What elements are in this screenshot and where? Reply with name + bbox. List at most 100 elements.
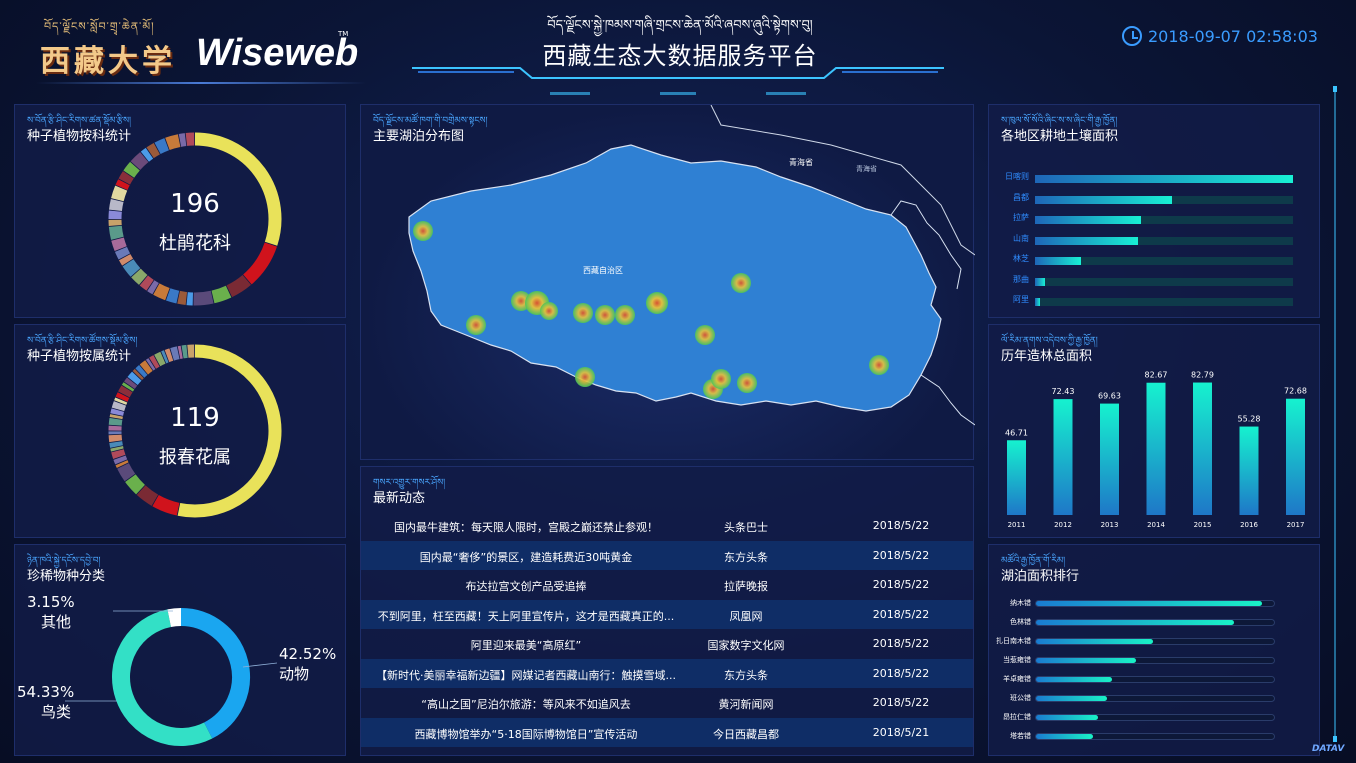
bar-track <box>1035 298 1293 306</box>
news-source: 国家数字文化网 <box>707 639 785 652</box>
news-date: 2018/5/22 <box>872 666 930 680</box>
farmland-bar-row: 那曲 <box>999 274 1299 288</box>
news-row[interactable]: 国内最“奢侈”的景区，建造耗费近30吨黄金 东方头条 2018/5/22 <box>361 540 973 570</box>
lake-track <box>1035 600 1275 607</box>
donut-segment <box>123 161 140 178</box>
bar-label: 拉萨 <box>1013 213 1029 222</box>
donut-center-value: 119 <box>170 403 220 433</box>
donut-segment <box>161 350 169 364</box>
clock-icon <box>1122 26 1142 46</box>
forest-bar-value: 82.67 <box>1145 371 1168 380</box>
bar-fill <box>1035 257 1082 265</box>
lake-point <box>615 305 635 325</box>
lake-label: 班公错 <box>1010 694 1031 702</box>
donut-segment <box>177 290 188 305</box>
donut-segment <box>132 368 144 381</box>
news-date: 2018/5/22 <box>872 607 930 621</box>
title-frame-decoration <box>412 67 944 95</box>
forest-bar-value: 82.79 <box>1191 371 1214 380</box>
donut-segment <box>115 179 130 191</box>
logo-en-text: Wiseweb <box>196 32 359 74</box>
bar-track <box>1035 216 1293 224</box>
bar-label: 昌都 <box>1013 192 1029 202</box>
news-row[interactable]: 【新时代·美丽幸福新边疆】网媒记者西藏山南行：触摸雪域... 东方头条 2018/5… <box>361 658 973 688</box>
donut-segment <box>140 147 154 162</box>
news-title[interactable]: 不到阿里，枉至西藏！天上阿里宣传片，这才是西藏真正的... <box>361 608 691 624</box>
lake-fill <box>1036 734 1094 739</box>
news-row[interactable]: 不到阿里，枉至西藏！天上阿里宣传片，这才是西藏真正的... 凤凰网 2018/5/2… <box>361 599 973 629</box>
lake-track <box>1035 619 1275 626</box>
farmland-bar-row: 日喀则 <box>999 171 1299 185</box>
donut-segment <box>115 392 130 402</box>
donut-segment <box>139 275 154 291</box>
donut-center-label: 报春花属 <box>159 447 231 468</box>
lake-point <box>737 373 757 393</box>
lake-label: 纳木错 <box>1010 599 1031 607</box>
forest-tick-label: 2012 <box>1054 521 1072 529</box>
bar-fill <box>1035 175 1293 183</box>
forest-bar-value: 72.68 <box>1284 387 1307 396</box>
lake-point <box>466 315 486 335</box>
donut-segment <box>125 474 146 495</box>
forest-tick-label: 2017 <box>1287 521 1305 529</box>
lake-fill <box>1036 639 1153 644</box>
donut-segment <box>152 494 180 516</box>
news-title[interactable]: 布达拉宫文创产品受追捧 <box>361 578 691 594</box>
bar-fill <box>1035 236 1139 245</box>
news-title[interactable]: 西藏博物馆举办“5·18国际博物馆日”宣传活动 <box>361 726 691 742</box>
lake-label: 昂拉仁错 <box>1003 713 1031 721</box>
news-row[interactable]: 国内最牛建筑：每天限人限时，宫殿之巅还禁止参观！ 头条巴士 2018/5/22 <box>361 511 973 540</box>
news-title[interactable]: 阿里迎来最美“高原红” <box>361 637 691 653</box>
news-row[interactable]: 布达拉宫文创产品受追捧 拉萨晚报 2018/5/22 <box>361 570 973 599</box>
donut-segment <box>118 171 134 185</box>
news-row[interactable]: 阿里迎来最美“高原红” 国家数字文化网 2018/5/22 <box>361 629 973 658</box>
panel-lakes: མཚོའི་རྒྱ་ཁྱོན་གོ་རིམ། 湖泊面积排行 纳木错 色林错 扎日南木… <box>988 544 1320 756</box>
news-row[interactable]: 西藏：“绿水青山”送出“美丽效益”中国社会科学网 2018/5/21 <box>361 747 973 756</box>
pie-label-other-name: 其他 <box>41 613 72 631</box>
panel-rare-species: ཉེན་ཁའི་སྐྱེ་དངོས་དབྱེ་བ། 珍稀物种分类 3.15% 其… <box>14 544 346 756</box>
news-source: 东方头条 <box>724 550 768 564</box>
donut-segment <box>211 285 232 304</box>
news-title[interactable]: “高山之国”尼泊尔旅游：等风来不如追风去 <box>361 696 691 712</box>
panel-title: 最新动态 <box>373 491 426 506</box>
news-title[interactable]: 国内最“奢侈”的景区，建造耗费近30吨黄金 <box>361 549 691 565</box>
forest-bar <box>1100 403 1119 515</box>
news-row[interactable]: 西藏博物馆举办“5·18国际博物馆日”宣传活动 今日西藏昌都 2018/5/21 <box>361 717 973 747</box>
donut-segment <box>181 344 188 359</box>
tibet-map: 青海省 青海省 西藏自治区 <box>408 105 975 426</box>
news-source: 黄河新闻网 <box>718 698 774 711</box>
donut-segment <box>153 283 170 301</box>
datetime-display: 2018-09-07 02:58:03 <box>1122 26 1318 46</box>
news-source: 凤凰网 <box>729 609 763 623</box>
lake-track <box>1035 733 1275 740</box>
lake-fill <box>1036 715 1098 720</box>
forest-tick-label: 2015 <box>1194 521 1212 529</box>
donut-segment <box>139 360 153 375</box>
lake-row: 扎日南木错 <box>989 631 1309 649</box>
forest-tick-label: 2011 <box>1008 521 1026 529</box>
donut-chart-genus: 119 报春花属 <box>105 341 285 521</box>
pie-label-animal-name: 动物 <box>279 665 310 683</box>
lake-row: 塔若错 <box>989 726 1309 744</box>
donut-segment <box>165 288 180 304</box>
lake-point <box>595 305 615 325</box>
university-logo: བོད་ལྗོངས་སློབ་གྲྭ་ཆེན་མོ། 西藏大学 Wiseweb … <box>36 14 366 84</box>
news-title[interactable]: 西藏：“绿水青山”送出“美丽效益” <box>361 755 691 756</box>
datav-logo: DATAV <box>1312 744 1345 754</box>
donut-center-value: 196 <box>170 189 220 219</box>
news-row[interactable]: “高山之国”尼泊尔旅游：等风来不如追风去 黄河新闻网 2018/5/22 <box>361 688 973 717</box>
lake-row: 羊卓雍错 <box>989 669 1309 687</box>
donut-segment <box>131 268 148 285</box>
lake-row: 昂拉仁错 <box>989 707 1309 725</box>
news-title[interactable]: 国内最牛建筑：每天限人限时，宫殿之巅还禁止参观！ <box>361 519 691 535</box>
panel-seed-family: ས་བོན་རྩི་ཤིང་རིགས་ཚན་སྡོམ་རྩིས། 种子植物按科统… <box>14 104 346 318</box>
news-title[interactable]: 【新时代·美丽幸福新边疆】网媒记者西藏山南行：触摸雪域... <box>361 667 691 683</box>
pie-slice <box>167 608 182 628</box>
donut-segment <box>226 274 251 298</box>
bar-label: 那曲 <box>1013 274 1029 284</box>
donut-segment <box>130 152 149 171</box>
donut-segment <box>124 377 138 389</box>
donut-segment <box>108 434 123 443</box>
lake-track <box>1035 657 1275 664</box>
lake-point <box>413 221 433 241</box>
